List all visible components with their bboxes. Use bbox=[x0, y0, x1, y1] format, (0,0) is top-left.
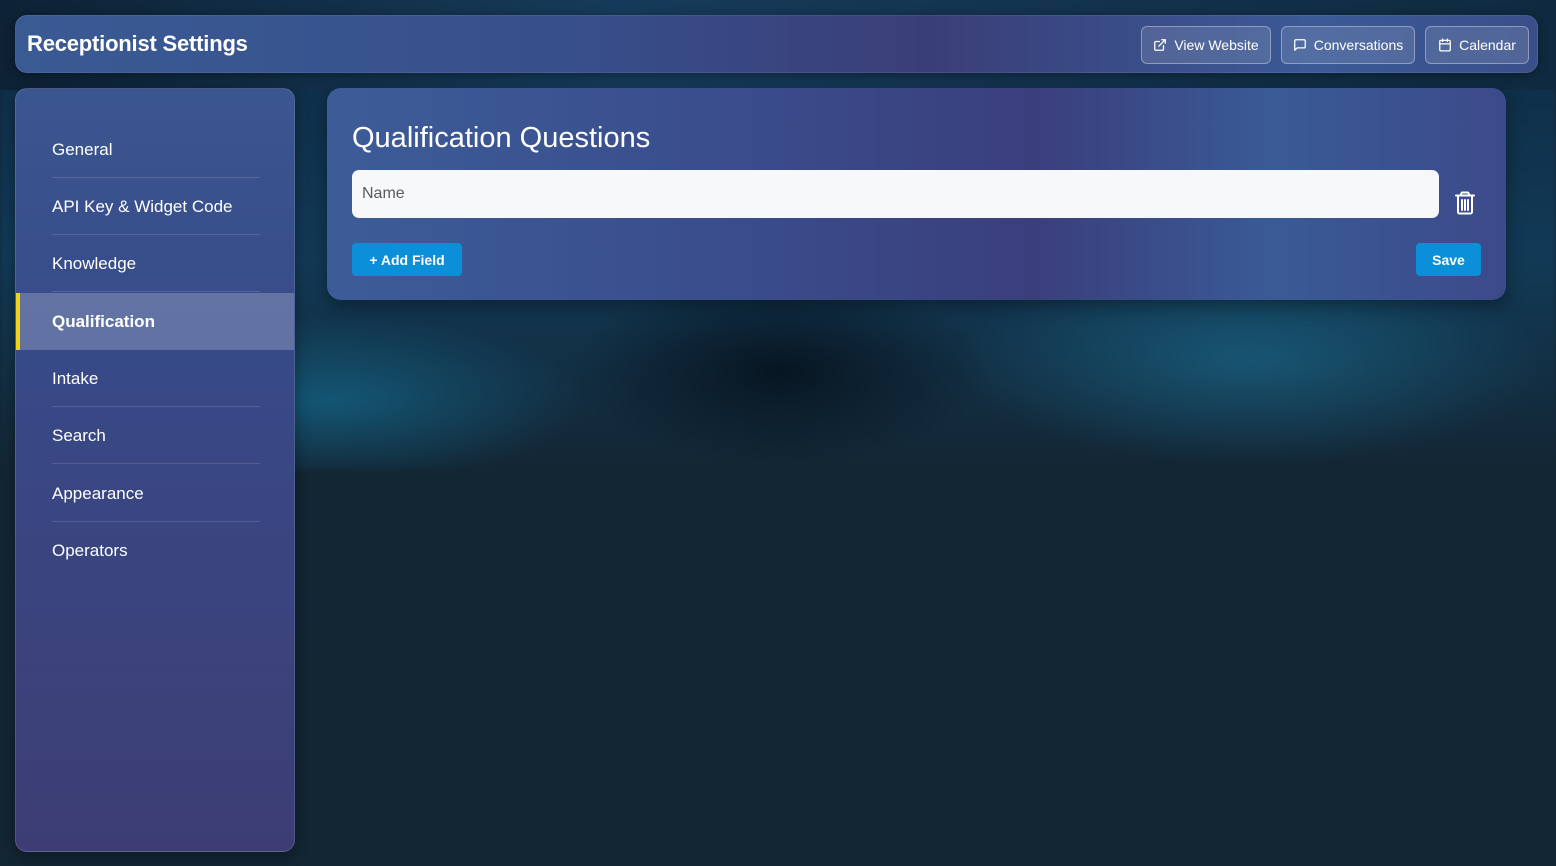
sidebar-item-intake[interactable]: Intake bbox=[16, 350, 294, 407]
sidebar-item-appearance[interactable]: Appearance bbox=[16, 465, 294, 522]
qualification-card: Qualification Questions + Add Field Save bbox=[327, 88, 1506, 300]
external-link-icon bbox=[1154, 39, 1167, 51]
trash-icon bbox=[1455, 191, 1475, 215]
sidebar-item-label: Search bbox=[52, 425, 106, 445]
conversations-label: Conversations bbox=[1313, 37, 1404, 53]
question-name-field[interactable] bbox=[352, 170, 1439, 218]
calendar-label: Calendar bbox=[1459, 37, 1516, 53]
sidebar-item-general[interactable]: General bbox=[16, 121, 294, 178]
page-title: Receptionist Settings bbox=[27, 31, 248, 56]
sidebar-item-qualification[interactable]: Qualification bbox=[16, 293, 294, 350]
sidebar-item-label: Qualification bbox=[52, 311, 155, 331]
view-website-label: View Website bbox=[1174, 37, 1259, 53]
settings-sidebar: General API Key & Widget Code Knowledge … bbox=[15, 88, 295, 852]
delete-field-button[interactable] bbox=[1451, 189, 1479, 217]
sidebar-item-label: General bbox=[52, 139, 113, 159]
sidebar-item-label: Appearance bbox=[52, 483, 144, 503]
save-button[interactable]: Save bbox=[1416, 243, 1481, 276]
conversations-button[interactable]: Conversations bbox=[1281, 26, 1415, 64]
sidebar-item-label: Operators bbox=[52, 540, 128, 560]
top-header-bar: Receptionist Settings View Website Conve… bbox=[15, 15, 1538, 73]
view-website-button[interactable]: View Website bbox=[1141, 26, 1271, 64]
sidebar-item-label: Intake bbox=[52, 368, 99, 388]
calendar-button[interactable]: Calendar bbox=[1425, 26, 1529, 64]
sidebar-item-label: Knowledge bbox=[52, 253, 137, 273]
sidebar-item-search[interactable]: Search bbox=[16, 407, 294, 464]
section-title: Qualification Questions bbox=[352, 122, 651, 154]
calendar-icon bbox=[1439, 38, 1451, 52]
sidebar-item-knowledge[interactable]: Knowledge bbox=[16, 235, 294, 292]
add-field-button[interactable]: + Add Field bbox=[352, 243, 462, 276]
sidebar-item-operators[interactable]: Operators bbox=[16, 522, 294, 579]
sidebar-item-api-key-widget-code[interactable]: API Key & Widget Code bbox=[16, 178, 294, 235]
sidebar-item-label: API Key & Widget Code bbox=[52, 196, 233, 216]
chat-bubble-icon bbox=[1293, 39, 1306, 51]
